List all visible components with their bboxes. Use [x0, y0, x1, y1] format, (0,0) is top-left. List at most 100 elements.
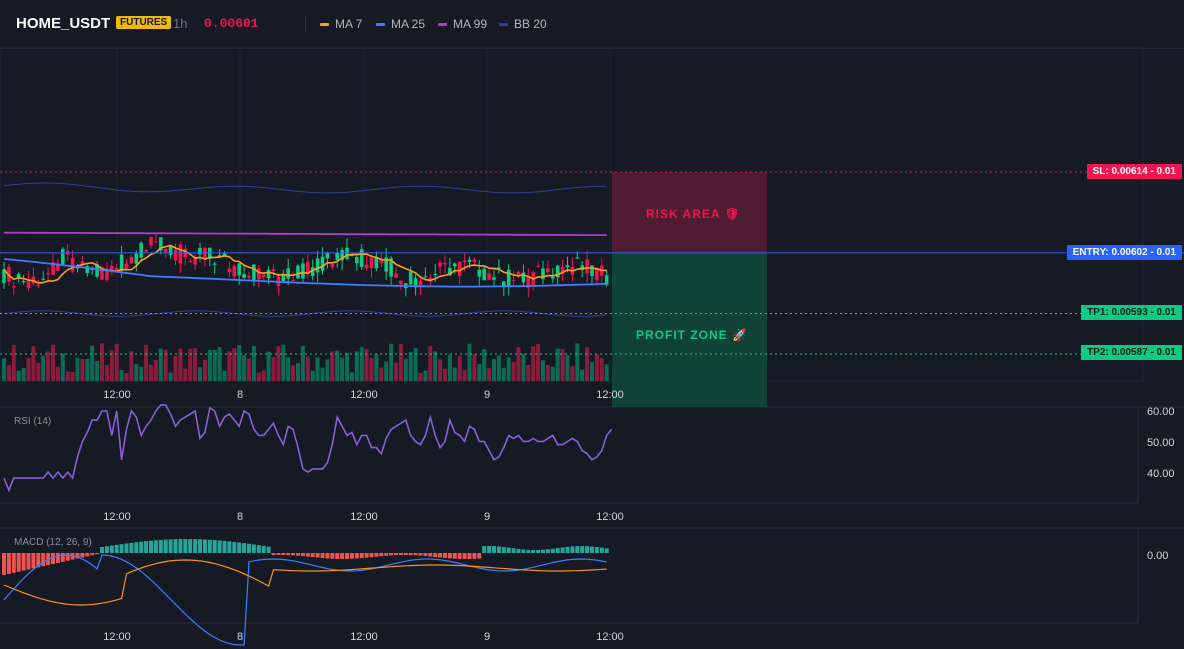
- volume-bar: [570, 366, 575, 381]
- candle-body: [124, 263, 129, 269]
- volume-bar: [261, 370, 266, 381]
- candle-body: [355, 256, 359, 264]
- volume-bar: [384, 361, 389, 381]
- volume-bar: [438, 359, 443, 381]
- sl-price-label[interactable]: SL: 0.00614 - 0.01: [1086, 164, 1182, 179]
- volume-bar: [340, 357, 345, 381]
- volume-bar: [300, 345, 305, 381]
- macd-histogram-bar: [300, 553, 305, 557]
- volume-bar: [129, 351, 134, 381]
- macd-histogram-bar: [100, 547, 104, 553]
- volume-bar: [2, 358, 6, 381]
- volume-bar: [41, 355, 46, 381]
- macd-histogram-bar: [271, 553, 276, 556]
- macd-histogram-bar: [575, 546, 580, 553]
- volume-bar: [315, 357, 320, 381]
- entry-price-label[interactable]: ENTRY: 0.00602 - 0.01: [1066, 245, 1182, 260]
- macd-histogram-bar: [501, 546, 506, 553]
- candle-body: [144, 250, 148, 252]
- candle-body: [521, 272, 526, 283]
- macd-histogram-bar: [139, 541, 144, 553]
- candle-body: [257, 268, 261, 280]
- candle-body: [198, 247, 202, 255]
- tp2-price-label[interactable]: TP2: 0.00587 - 0.01: [1081, 345, 1182, 360]
- volume-bar: [403, 359, 408, 381]
- volume-bar: [256, 372, 261, 381]
- macd-histogram-bar: [21, 553, 26, 571]
- macd-histogram-bar: [266, 546, 271, 553]
- macd-histogram-bar: [55, 553, 60, 563]
- volume-bar: [217, 347, 222, 381]
- candle-body: [472, 259, 477, 262]
- x-tick-macd-3: 12:00: [350, 631, 378, 643]
- tp1-price-label[interactable]: TP1: 0.00593 - 0.01: [1081, 305, 1182, 320]
- macd-histogram-bar: [114, 544, 119, 553]
- macd-histogram-bar: [359, 553, 364, 559]
- x-tick-rsi-1: 12:00: [103, 511, 131, 523]
- volume-bar: [516, 346, 521, 381]
- candle-body: [585, 259, 589, 274]
- candle-body: [26, 280, 31, 289]
- macd-histogram-bar: [452, 553, 457, 559]
- candle-body: [511, 279, 516, 281]
- volume-bar: [428, 345, 433, 381]
- candle-body: [110, 265, 114, 270]
- x-tick-rsi-2: 8: [237, 511, 243, 523]
- volume-bar: [585, 347, 590, 381]
- macd-histogram-bar: [555, 548, 560, 553]
- volume-bar: [247, 358, 251, 381]
- macd-histogram-bar: [202, 539, 207, 553]
- candle-body: [438, 262, 442, 267]
- macd-histogram-bar: [384, 553, 389, 556]
- volume-bar: [251, 345, 256, 381]
- macd-histogram-bar: [565, 546, 570, 553]
- candle-body: [315, 258, 320, 273]
- macd-histogram-bar: [457, 553, 462, 559]
- macd-histogram-bar: [487, 546, 492, 553]
- macd-histogram-bar: [85, 553, 90, 557]
- volume-bar: [604, 364, 609, 381]
- candle-body: [492, 277, 496, 280]
- volume-bar: [550, 366, 555, 381]
- macd-histogram-bar: [320, 553, 325, 559]
- macd-histogram-bar: [526, 549, 531, 553]
- x-tick-main-1: 12:00: [103, 389, 131, 401]
- macd-histogram-bar: [310, 553, 315, 558]
- volume-bar: [198, 367, 202, 381]
- volume-bar: [394, 362, 398, 381]
- volume-bar: [16, 370, 21, 381]
- macd-histogram-bar: [261, 545, 266, 553]
- macd-histogram-bar: [560, 547, 565, 553]
- volume-bar: [320, 367, 325, 381]
- macd-histogram-bar: [594, 547, 599, 553]
- candle-body: [477, 269, 482, 277]
- volume-bar: [335, 350, 340, 381]
- x-tick-macd-5: 12:00: [596, 631, 624, 643]
- volume-bar: [51, 344, 55, 381]
- macd-histogram-bar: [443, 553, 447, 558]
- macd-histogram-bar: [80, 553, 85, 558]
- macd-histogram-bar: [104, 546, 109, 553]
- candle-body: [286, 268, 290, 279]
- macd-histogram-bar: [41, 553, 46, 567]
- candle-body: [467, 259, 472, 262]
- candle-body: [374, 257, 379, 269]
- macd-histogram-bar: [325, 553, 330, 559]
- macd-histogram-bar: [153, 540, 158, 553]
- macd-histogram-bar: [144, 541, 149, 553]
- rsi-tick-50: 50.00: [1147, 437, 1175, 449]
- macd-histogram-bar: [496, 546, 501, 553]
- macd-histogram-bar: [516, 548, 521, 553]
- volume-bar: [90, 345, 95, 381]
- candle-body: [551, 276, 555, 279]
- price-chart[interactable]: 12:00 8 12:00 9 12:00 12:00 8 12:00 9 12…: [0, 0, 1184, 649]
- candle-body: [242, 273, 246, 278]
- candle-body: [247, 275, 251, 278]
- volume-bar: [477, 363, 482, 381]
- candle-body: [546, 268, 550, 273]
- volume-bar: [202, 359, 207, 381]
- candle-body: [433, 273, 437, 275]
- macd-histogram-bar: [305, 553, 310, 557]
- macd-histogram-bar: [354, 553, 359, 559]
- candle-body: [41, 278, 45, 280]
